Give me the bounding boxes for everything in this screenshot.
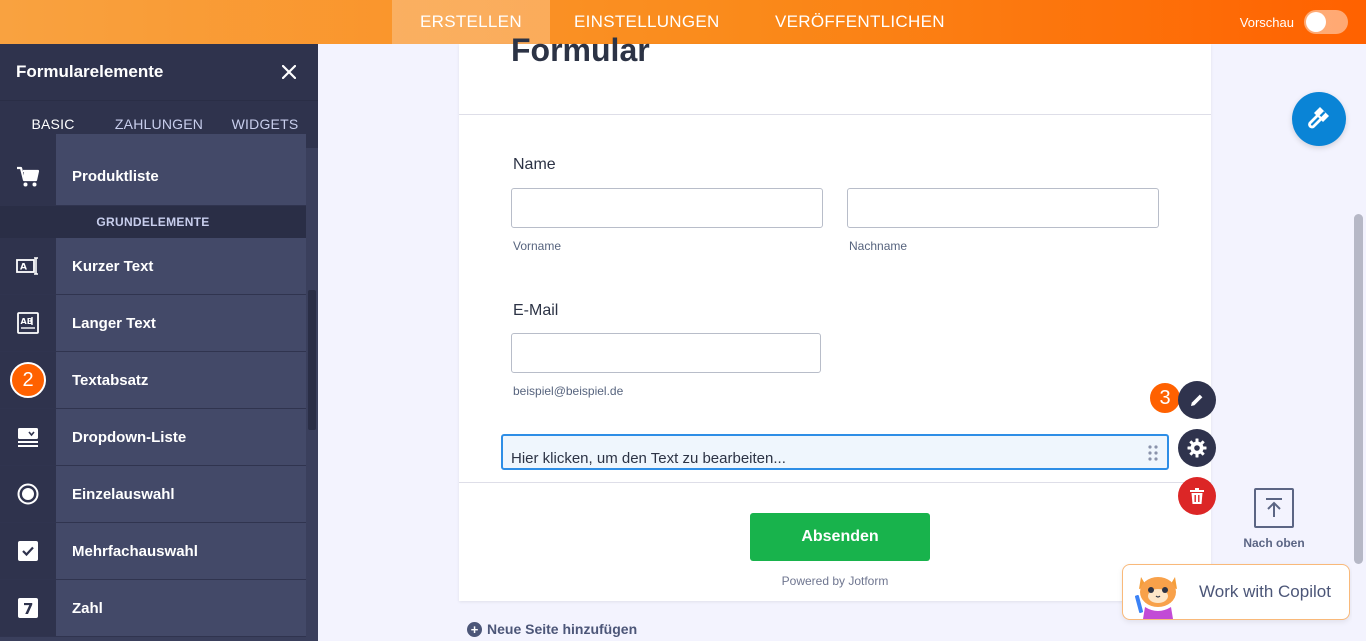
trash-icon[interactable]	[1178, 477, 1216, 515]
sidebar-item-zahl[interactable]: 7 Zahl	[0, 580, 306, 637]
sidebar-item-langer-text[interactable]: AB Langer Text	[0, 295, 306, 352]
step-3-badge: 3	[1148, 381, 1182, 415]
step-badge-number: 2	[10, 362, 46, 398]
scrollbar-thumb[interactable]	[1354, 214, 1363, 564]
plus-icon: +	[467, 621, 482, 637]
form-designer-button[interactable]	[1292, 92, 1346, 146]
drag-handle-icon[interactable]	[1147, 445, 1159, 461]
sidebar-title: Formularelemente	[16, 62, 164, 81]
name-label[interactable]: Name	[513, 156, 556, 174]
gear-icon[interactable]	[1178, 429, 1216, 467]
sidebar-item-label: Einzelauswahl	[56, 466, 306, 522]
section-grundelemente: GRUNDELEMENTE	[0, 206, 306, 238]
sidebar-item-mehrfachauswahl[interactable]: Mehrfachauswahl	[0, 523, 306, 580]
long-text-icon: AB	[0, 295, 56, 351]
sidebar-item-label: Kurzer Text	[56, 238, 306, 294]
dropdown-icon	[0, 409, 56, 465]
add-new-page-label: Neue Seite hinzufügen	[487, 621, 638, 637]
form-elements-sidebar: Formularelemente BASIC ZAHLUNGEN WIDGETS…	[0, 44, 318, 641]
preview-label: Vorschau	[1239, 14, 1294, 30]
top-navigation-bar: ERSTELLEN EINSTELLUNGEN VERÖFFENTLICHEN …	[0, 0, 1366, 44]
toggle-knob	[1306, 12, 1326, 32]
sidebar-item-label: Textabsatz	[56, 352, 306, 408]
arrow-up-icon	[1254, 488, 1294, 528]
last-name-input[interactable]	[847, 188, 1159, 228]
scroll-to-top-label: Nach oben	[1243, 536, 1305, 550]
radio-icon	[0, 466, 56, 522]
paragraph-element[interactable]: Hier klicken, um den Text zu bearbeiten.…	[501, 434, 1169, 470]
sidebar-item-label: Zahl	[56, 580, 306, 636]
edit-pencil-icon[interactable]	[1178, 381, 1216, 419]
svg-text:A: A	[20, 263, 27, 273]
sidebar-item-label: Langer Text	[56, 295, 306, 351]
svg-text:7: 7	[23, 600, 33, 618]
form-title[interactable]: Formular	[511, 32, 650, 69]
sidebar-header: Formularelemente	[0, 44, 318, 100]
header-divider	[459, 114, 1211, 115]
first-name-sublabel: Vorname	[513, 239, 562, 253]
add-new-page-button[interactable]: + Neue Seite hinzufügen	[467, 621, 637, 637]
sidebar-item-produktliste[interactable]: Produktliste	[0, 134, 306, 206]
copilot-label: Work with Copilot	[1199, 582, 1331, 601]
submit-button[interactable]: Absenden	[750, 513, 930, 561]
powered-by-text: Powered by Jotform	[781, 574, 889, 588]
step-2-badge: 2	[0, 352, 56, 408]
copilot-button[interactable]: Work with Copilot	[1122, 564, 1350, 620]
email-label[interactable]: E-Mail	[513, 302, 558, 320]
sidebar-item-textabsatz[interactable]: 2 Textabsatz	[0, 352, 306, 409]
checkbox-icon	[0, 523, 56, 579]
sidebar-item-label: Dropdown-Liste	[56, 409, 306, 465]
tab-veroeffentlichen[interactable]: VERÖFFENTLICHEN	[747, 0, 973, 44]
email-sublabel: beispiel@beispiel.de	[513, 384, 624, 398]
sidebar-scrollbar[interactable]	[306, 148, 318, 641]
sidebar-item-kurzer-text[interactable]: A Kurzer Text	[0, 238, 306, 295]
sidebar-item-label: Mehrfachauswahl	[56, 523, 306, 579]
svg-text:AB: AB	[21, 317, 33, 326]
main-scrollbar[interactable]	[1352, 44, 1366, 641]
form-card: Formular Name Vorname Nachname E-Mail be…	[459, 32, 1211, 601]
close-icon[interactable]	[278, 61, 300, 83]
copilot-cat-avatar-icon	[1131, 565, 1185, 619]
sidebar-item-einzelauswahl[interactable]: Einzelauswahl	[0, 466, 306, 523]
email-input[interactable]	[511, 333, 821, 373]
short-text-icon: A	[0, 238, 56, 294]
footer-divider	[459, 482, 1211, 483]
cart-icon	[0, 134, 56, 206]
sidebar-item-dropdown-liste[interactable]: Dropdown-Liste	[0, 409, 306, 466]
last-name-sublabel: Nachname	[849, 239, 908, 253]
number-icon: 7	[0, 580, 56, 636]
sidebar-item-label: Produktliste	[56, 134, 306, 205]
preview-toggle[interactable]	[1304, 10, 1348, 34]
scroll-to-top-button[interactable]: Nach oben	[1236, 488, 1312, 550]
paint-roller-icon	[1306, 104, 1332, 135]
preview-toggle-group: Vorschau	[1240, 0, 1348, 44]
element-list: Produktliste GRUNDELEMENTE A Kurzer Text…	[0, 134, 306, 637]
paragraph-text[interactable]: Hier klicken, um den Text zu bearbeiten.…	[511, 450, 786, 467]
scrollbar-thumb[interactable]	[308, 290, 316, 430]
first-name-input[interactable]	[511, 188, 823, 228]
